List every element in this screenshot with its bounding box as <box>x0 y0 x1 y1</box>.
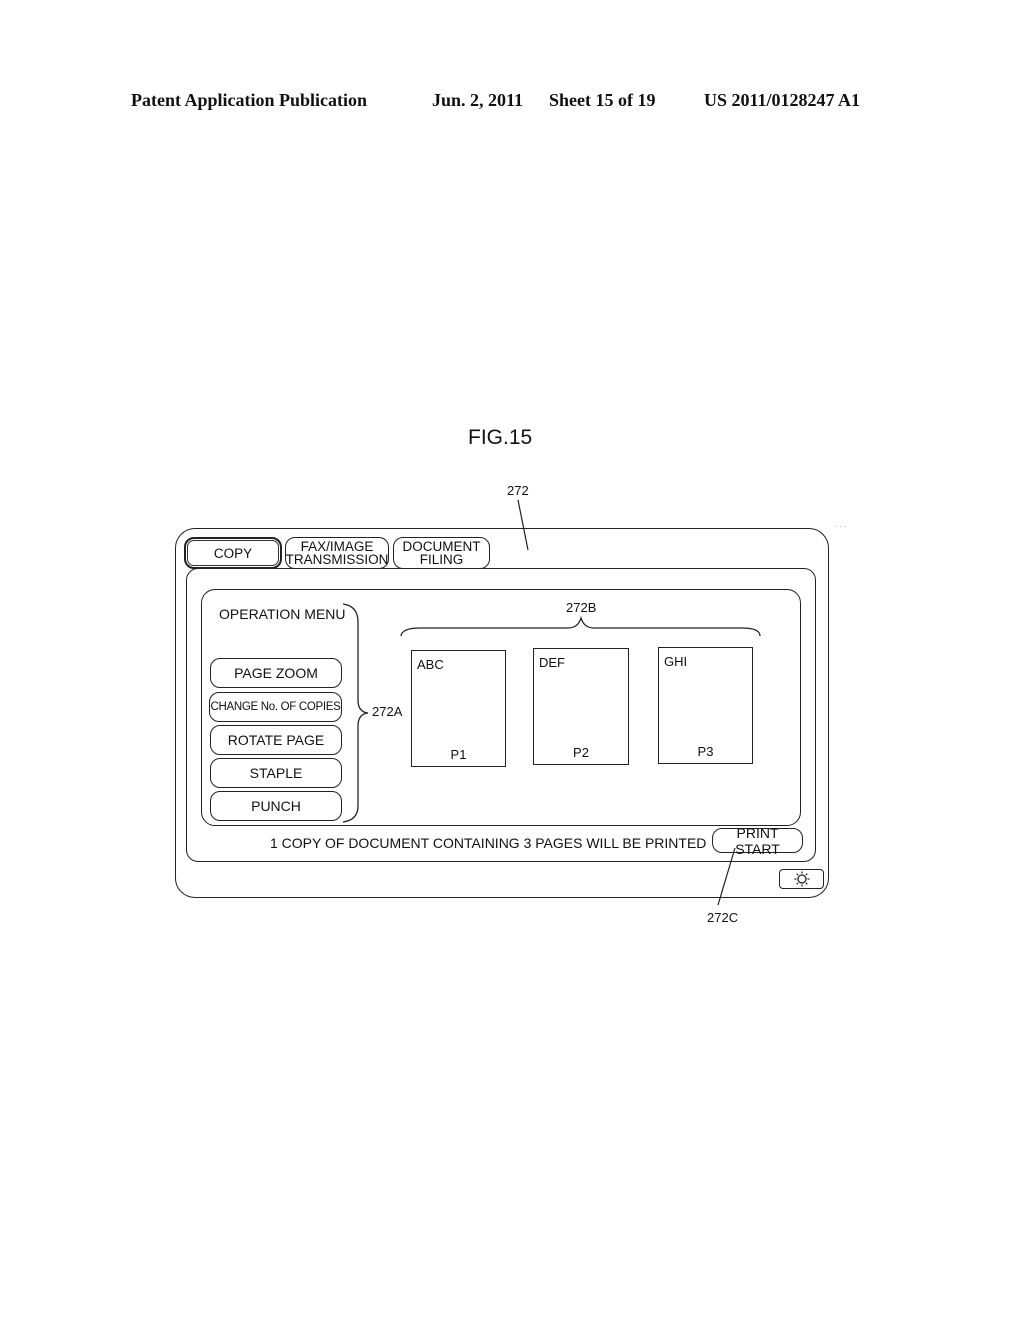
print-start-button[interactable]: PRINT START <box>712 825 803 857</box>
tab-fax-image-transmission[interactable]: FAX/IMAGE TRANSMISSION <box>285 537 389 569</box>
tab-fax-label-line2: TRANSMISSION <box>285 552 389 567</box>
tab-copy[interactable]: COPY <box>184 537 282 569</box>
page-thumbnail[interactable]: DEF P2 <box>533 648 629 765</box>
change-copies-label: CHANGE No. OF COPIES <box>210 701 341 713</box>
page-title: ABC <box>417 657 444 672</box>
tab-document-label-line2: FILING <box>419 552 464 567</box>
page-zoom-button[interactable]: PAGE ZOOM <box>210 658 342 688</box>
staple-label: STAPLE <box>249 765 303 781</box>
page-thumbnail[interactable]: ABC P1 <box>411 650 506 767</box>
staple-button[interactable]: STAPLE <box>210 758 342 788</box>
ref-272: 272 <box>507 483 529 498</box>
page-number: P3 <box>697 744 714 759</box>
punch-label: PUNCH <box>251 798 301 814</box>
ref-272c: 272C <box>707 910 739 925</box>
operation-menu-title: OPERATION MENU <box>219 606 346 622</box>
figure-label: FIG.15 <box>468 426 533 449</box>
patent-number: US 2011/0128247 A1 <box>704 90 861 110</box>
change-copies-button[interactable]: CHANGE No. OF COPIES <box>209 692 342 722</box>
page-zoom-label: PAGE ZOOM <box>234 665 318 681</box>
brightness-button[interactable] <box>779 869 824 889</box>
page-number: P2 <box>573 745 589 760</box>
page-thumbnail[interactable]: GHI P3 <box>658 647 753 764</box>
tab-copy-label: COPY <box>213 545 253 561</box>
page-title: GHI <box>664 654 688 669</box>
page-number: P1 <box>450 747 467 762</box>
status-message: 1 COPY OF DOCUMENT CONTAINING 3 PAGES WI… <box>270 835 707 851</box>
publication-title: Patent Application Publication <box>131 90 368 110</box>
rotate-page-button[interactable]: ROTATE PAGE <box>210 725 342 755</box>
sheet-number: Sheet 15 of 19 <box>549 90 656 110</box>
scan-artifact: . . . <box>835 520 846 529</box>
tab-document-filing[interactable]: DOCUMENT FILING <box>393 537 490 569</box>
rotate-page-label: ROTATE PAGE <box>227 732 325 748</box>
page-title: DEF <box>539 655 565 670</box>
sun-icon <box>794 871 809 887</box>
punch-button[interactable]: PUNCH <box>210 791 342 821</box>
print-start-label: PRINT START <box>735 824 780 857</box>
publication-date: Jun. 2, 2011 <box>432 90 524 110</box>
